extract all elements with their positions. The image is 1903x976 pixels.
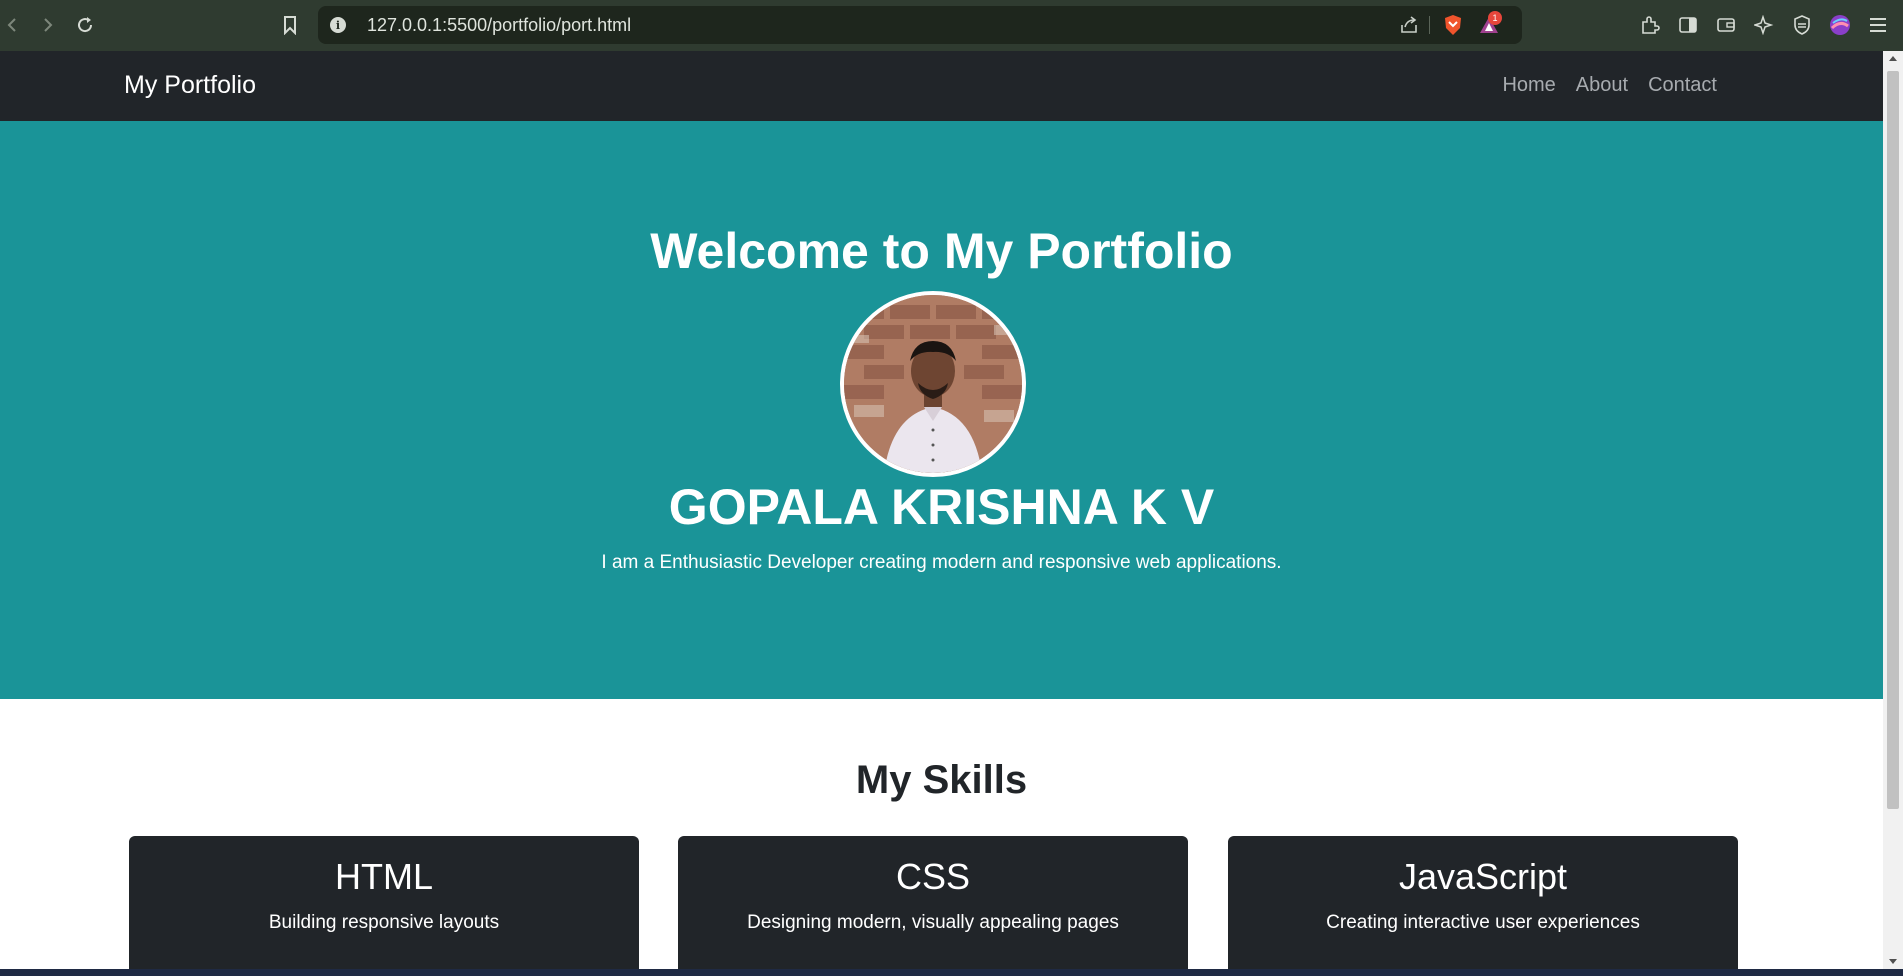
wallet-icon[interactable] — [1714, 13, 1738, 37]
forward-icon[interactable] — [36, 13, 60, 37]
site-info-icon[interactable]: i — [330, 17, 346, 33]
navbar-brand[interactable]: My Portfolio — [124, 71, 256, 100]
scroll-down-arrow-icon[interactable] — [1889, 959, 1897, 964]
brave-shield-icon[interactable] — [1443, 15, 1463, 35]
browser-toolbar: i 127.0.0.1:5500/portfolio/port.html 1 — [0, 0, 1903, 51]
hero-name: GOPALA KRISHNA K V — [668, 479, 1215, 535]
page-scrollbar[interactable] — [1883, 51, 1903, 969]
reload-icon[interactable] — [73, 13, 97, 37]
brave-rewards-icon[interactable]: 1 — [1479, 11, 1502, 35]
skill-card-title: CSS — [895, 856, 971, 897]
taskbar-edge — [0, 969, 1903, 976]
notification-badge: 1 — [1488, 11, 1502, 25]
hero-section: Welcome to My Portfolio GOPALA KRISHNA K… — [0, 121, 1883, 699]
page-viewport: My Portfolio Home About Contact Welcome … — [0, 51, 1883, 969]
leo-ai-icon[interactable] — [1752, 13, 1776, 37]
sidebar-icon[interactable] — [1676, 13, 1700, 37]
divider — [1429, 16, 1430, 34]
scrollbar-thumb[interactable] — [1887, 71, 1899, 809]
back-icon[interactable] — [0, 13, 24, 37]
skill-card-title: JavaScript — [1398, 856, 1568, 897]
scroll-up-arrow-icon[interactable] — [1889, 56, 1897, 61]
profile-icon[interactable] — [1828, 13, 1852, 37]
skill-card-html: HTML Building responsive layouts — [129, 836, 639, 969]
address-bar[interactable]: i 127.0.0.1:5500/portfolio/port.html 1 — [318, 6, 1522, 44]
site-navbar: My Portfolio Home About Contact — [0, 51, 1883, 121]
skill-card-desc: Designing modern, visually appealing pag… — [747, 912, 1119, 933]
nav-link-contact[interactable]: Contact — [1648, 74, 1717, 97]
nav-link-home[interactable]: Home — [1502, 74, 1555, 97]
skills-title: My Skills — [855, 758, 1028, 802]
skill-card-desc: Creating interactive user experiences — [1326, 912, 1640, 933]
extensions-icon[interactable] — [1638, 13, 1662, 37]
vpn-icon[interactable] — [1790, 13, 1814, 37]
nav-link-about[interactable]: About — [1576, 74, 1628, 97]
share-icon[interactable] — [1399, 15, 1419, 35]
bookmark-icon[interactable] — [278, 13, 302, 37]
skill-card-title: HTML — [335, 856, 433, 897]
hero-title: Welcome to My Portfolio — [650, 223, 1233, 279]
profile-photo — [840, 291, 1026, 477]
nav-links: Home About Contact — [1502, 74, 1717, 97]
skill-card-javascript: JavaScript Creating interactive user exp… — [1228, 836, 1738, 969]
hero-subtitle: I am a Enthusiastic Developer creating m… — [601, 552, 1282, 573]
skill-card-css: CSS Designing modern, visually appealing… — [678, 836, 1188, 969]
skill-card-desc: Building responsive layouts — [268, 912, 500, 933]
menu-icon[interactable] — [1866, 13, 1890, 37]
url-text[interactable]: 127.0.0.1:5500/portfolio/port.html — [367, 15, 631, 36]
